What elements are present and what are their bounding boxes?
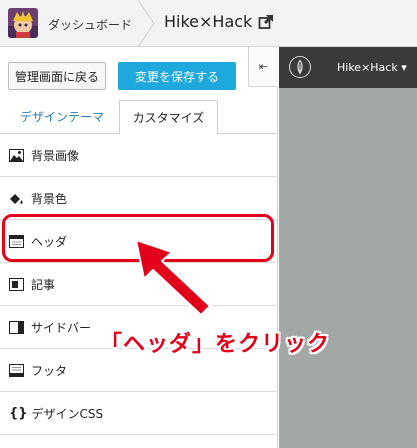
css-braces-icon: {} [9,405,28,421]
sidebar-layout-icon [9,320,24,334]
menu-item-label: 背景画像 [31,148,80,163]
tab-customize[interactable]: カスタマイズ [119,100,218,135]
dashboard-link[interactable]: ダッシュボード [48,16,132,33]
menu-item-label: 背景色 [31,191,68,206]
paint-bucket-icon [10,193,23,204]
blog-preview: Hike×Hack ▾ [279,47,417,448]
panel-tabs: デザインテーマ カスタマイズ [0,98,278,135]
annotation-arrow-icon [135,239,211,316]
blog-logo-icon[interactable] [289,56,311,78]
blog-title[interactable]: Hike×Hack [164,12,252,31]
annotation-text: 「ヘッダ」をクリック [100,332,331,357]
article-layout-icon [9,277,24,291]
external-link-icon[interactable] [258,14,274,30]
menu-item-label: サイドバー [31,320,92,335]
menu-item-background-image[interactable]: 背景画像 [0,134,278,177]
breadcrumb-separator [137,0,155,47]
menu-item-label: 記事 [31,277,56,292]
menu-item-design-css[interactable]: {} デザインCSS [0,392,278,435]
save-changes-button[interactable]: 変更を保存する [118,62,236,90]
footer-layout-icon [9,363,24,377]
avatar[interactable] [8,8,38,38]
image-icon [9,148,24,162]
top-bar: ダッシュボード Hike×Hack [0,0,417,47]
menu-item-label: フッタ [31,363,68,378]
menu-item-label: デザインCSS [31,406,104,421]
back-to-admin-button[interactable]: 管理画面に戻る [8,62,106,90]
preview-header: Hike×Hack ▾ [279,47,417,88]
preview-blog-title[interactable]: Hike×Hack ▾ [337,61,407,74]
tab-design-theme[interactable]: デザインテーマ [20,108,104,125]
collapse-panel-button[interactable]: ⇤ [248,47,278,87]
